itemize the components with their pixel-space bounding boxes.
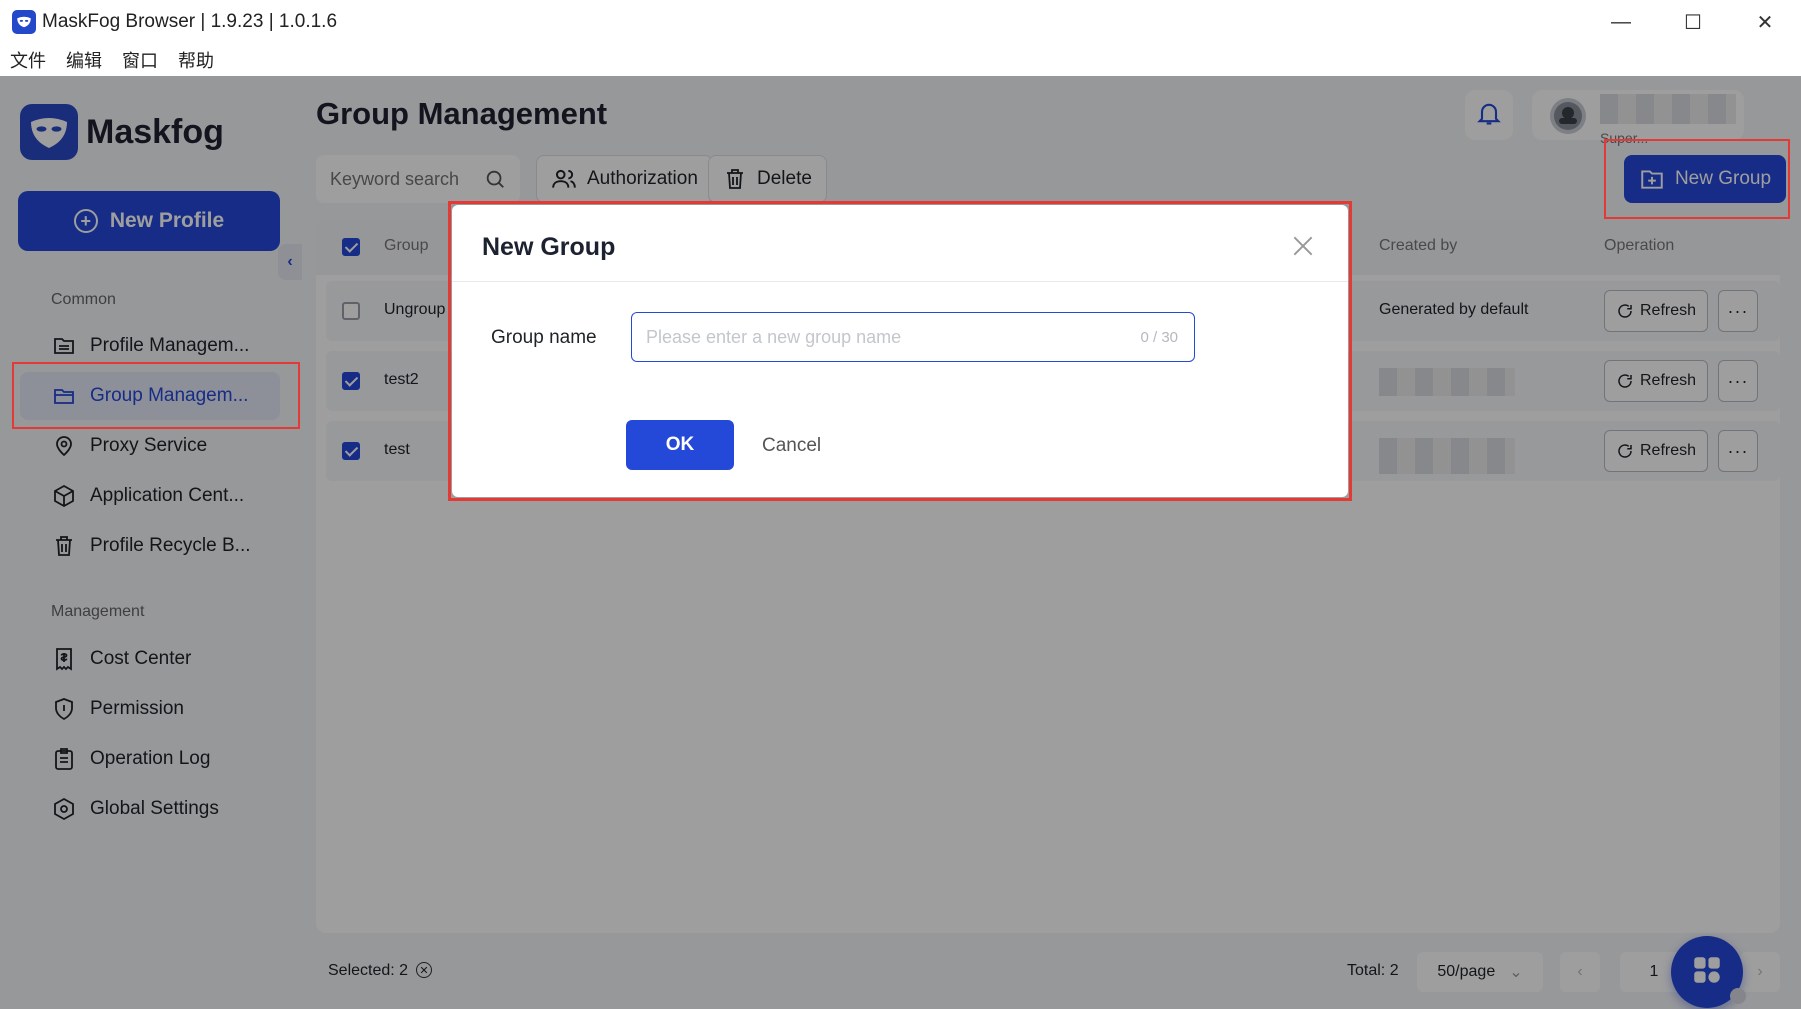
group-name-input[interactable] bbox=[646, 326, 1141, 348]
window-title: MaskFog Browser | 1.9.23 | 1.0.1.6 bbox=[42, 11, 338, 32]
group-name-label: Group name bbox=[491, 327, 597, 348]
menu-bar: 文件 编辑 窗口 帮助 bbox=[0, 44, 1801, 76]
maximize-button[interactable]: ☐ bbox=[1657, 0, 1729, 44]
cancel-button[interactable]: Cancel bbox=[762, 435, 821, 457]
close-icon[interactable] bbox=[1290, 233, 1316, 259]
new-group-dialog: New Group Group name 0 / 30 OK Cancel bbox=[452, 205, 1348, 497]
highlight-group-management bbox=[12, 362, 300, 429]
close-window-button[interactable]: ✕ bbox=[1729, 0, 1801, 44]
highlight-new-group bbox=[1604, 139, 1790, 219]
minimize-button[interactable]: — bbox=[1585, 0, 1657, 44]
ok-button[interactable]: OK bbox=[626, 420, 734, 470]
menu-file[interactable]: 文件 bbox=[10, 47, 46, 73]
group-name-field[interactable]: 0 / 30 bbox=[631, 312, 1195, 362]
title-bar: MaskFog Browser | 1.9.23 | 1.0.1.6 — ☐ ✕ bbox=[0, 0, 1801, 44]
dialog-divider bbox=[452, 281, 1348, 282]
dialog-title: New Group bbox=[482, 233, 616, 261]
menu-edit[interactable]: 编辑 bbox=[66, 47, 102, 73]
char-counter: 0 / 30 bbox=[1140, 328, 1178, 346]
app-mask-icon bbox=[12, 10, 36, 34]
menu-help[interactable]: 帮助 bbox=[178, 47, 214, 73]
menu-window[interactable]: 窗口 bbox=[122, 47, 158, 73]
